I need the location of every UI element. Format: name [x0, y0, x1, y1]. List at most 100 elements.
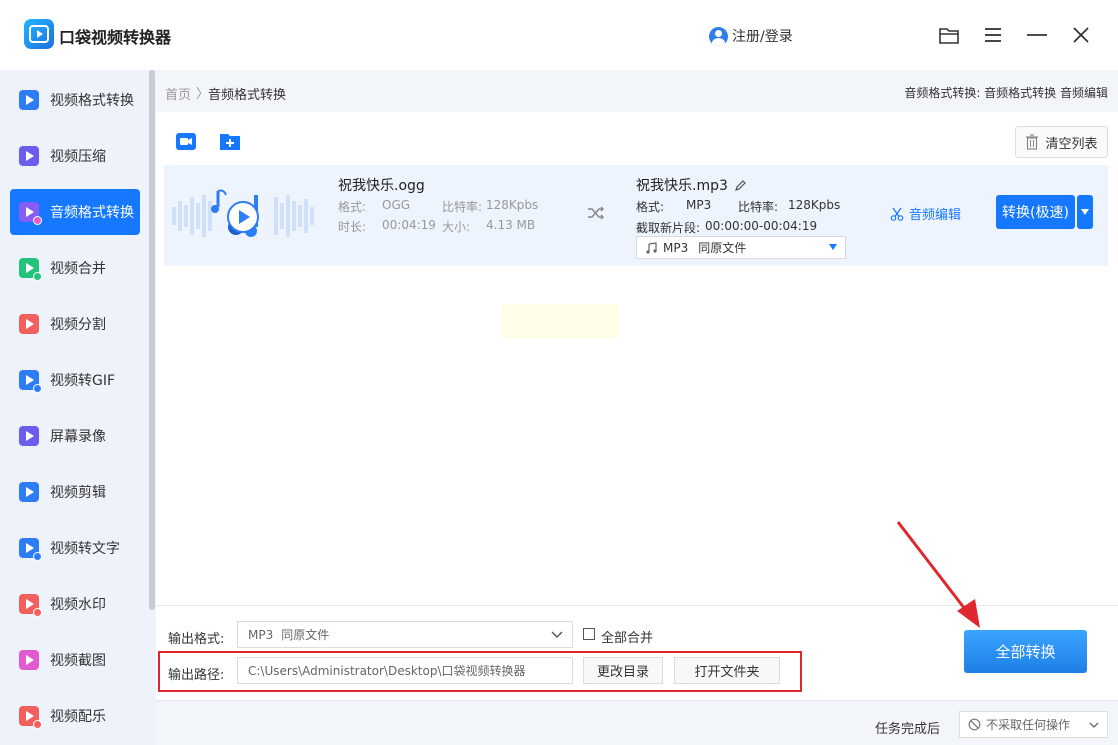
sidebar-item-audio-format-convert[interactable]: 音频格式转换	[10, 189, 140, 235]
sidebar-item-screen-record[interactable]: 屏幕录像	[10, 413, 140, 459]
screen-record-icon	[19, 426, 39, 446]
sidebar-item-video-to-text[interactable]: 视频转文字	[10, 525, 140, 571]
sidebar-item-video-screenshot[interactable]: 视频截图	[10, 637, 140, 683]
close-icon[interactable]	[1068, 22, 1094, 48]
app-logo-icon	[24, 19, 54, 49]
sidebar-item-label: 视频合并	[50, 261, 106, 277]
source-size-label: 大小:	[442, 220, 471, 234]
video-edit-icon	[19, 482, 39, 502]
output-bitrate-value: 128Kpbs	[788, 198, 841, 212]
audio-edit-button[interactable]: 音频编辑	[890, 204, 961, 223]
breadcrumb-tools-summary: 音频格式转换: 音频格式转换 音频编辑	[904, 86, 1108, 100]
breadcrumb: 首页 〉 音频格式转换 音频格式转换: 音频格式转换 音频编辑	[156, 70, 1118, 112]
breadcrumb-current: 音频格式转换	[208, 88, 287, 103]
status-bar: 任务完成后 不采取任何操作	[156, 700, 1118, 745]
add-file-icon[interactable]	[175, 130, 197, 152]
sidebar-scrollbar[interactable]	[149, 70, 155, 610]
output-format-quality: 同原文件	[281, 628, 330, 642]
output-file-name: 祝我快乐.mp3	[636, 175, 747, 195]
clip-label: 截取新片段:	[636, 221, 701, 235]
sidebar-item-label: 视频转文字	[50, 541, 120, 557]
chevron-down-icon	[1089, 722, 1099, 728]
output-format-label: 输出格式:	[168, 632, 225, 647]
source-duration-value: 00:04:19	[382, 218, 436, 232]
video-split-icon	[19, 314, 39, 334]
user-avatar-icon	[709, 26, 728, 46]
sidebar-item-label: 视频转GIF	[50, 373, 116, 389]
login-button[interactable]: 注册/登录	[709, 26, 793, 46]
after-task-label: 任务完成后	[875, 722, 941, 737]
audio-thumbnail	[166, 167, 320, 264]
music-note-icon	[646, 241, 657, 254]
file-list-item[interactable]: 祝我快乐.ogg 格式: OGG 比特率: 128Kpbs 时长: 00:04:…	[164, 165, 1108, 266]
faint-overlay	[501, 304, 619, 338]
sidebar-item-label: 视频格式转换	[50, 93, 134, 109]
sidebar-item-video-to-gif[interactable]: 视频转GIF	[10, 357, 140, 403]
video-screenshot-icon	[19, 650, 39, 670]
video-format-icon	[19, 90, 39, 110]
after-task-select[interactable]: 不采取任何操作	[959, 711, 1108, 738]
output-format-value: MP3	[248, 627, 274, 642]
chevron-down-icon	[551, 631, 563, 638]
video-watermark-icon	[19, 594, 42, 617]
source-duration-label: 时长:	[338, 220, 367, 234]
video-compress-icon	[19, 146, 39, 166]
audio-format-icon	[19, 202, 42, 225]
minimize-icon[interactable]	[1024, 22, 1050, 48]
sidebar-item-label: 视频剪辑	[50, 485, 106, 501]
sidebar: 视频格式转换 视频压缩 音频格式转换 视频合并 视频分割 视频转GIF 屏幕录像…	[0, 70, 156, 745]
convert-all-button[interactable]: 全部转换	[964, 630, 1087, 673]
source-size-value: 4.13 MB	[486, 218, 536, 232]
format-select-value: MP3	[663, 240, 689, 255]
source-format-label: 格式:	[338, 200, 367, 214]
output-format-dropdown[interactable]: MP3 同原文件	[237, 621, 573, 648]
annotation-arrow	[896, 521, 980, 628]
shuffle-icon	[587, 205, 605, 225]
breadcrumb-home[interactable]: 首页	[165, 84, 191, 103]
quality-select-value: 同原文件	[698, 241, 747, 255]
sidebar-item-label: 视频配乐	[50, 709, 106, 725]
pencil-icon[interactable]	[734, 179, 747, 192]
merge-all-label: 全部合并	[601, 631, 654, 646]
sidebar-item-label: 视频水印	[50, 597, 106, 613]
login-label: 注册/登录	[732, 29, 793, 45]
sidebar-item-video-merge[interactable]: 视频合并	[10, 245, 140, 291]
sidebar-item-video-music[interactable]: 视频配乐	[10, 693, 140, 739]
folder-icon[interactable]	[936, 22, 962, 48]
audio-edit-label: 音频编辑	[909, 208, 962, 223]
output-format-label: 格式:	[636, 200, 665, 214]
convert-fast-button[interactable]: 转换(极速)	[996, 195, 1075, 229]
sidebar-item-label: 视频分割	[50, 317, 106, 333]
output-path-highlight-box	[158, 651, 802, 692]
menu-icon[interactable]	[980, 22, 1006, 48]
sidebar-item-video-watermark[interactable]: 视频水印	[10, 581, 140, 627]
merge-all-checkbox[interactable]	[583, 628, 595, 640]
add-folder-icon[interactable]	[219, 130, 241, 152]
after-task-value: 不采取任何操作	[986, 718, 1071, 732]
title-bar: 口袋视频转换器 注册/登录	[0, 0, 1118, 70]
video-music-icon	[19, 706, 42, 729]
sidebar-item-label: 音频格式转换	[50, 205, 134, 221]
sidebar-item-label: 视频压缩	[50, 149, 106, 165]
source-bitrate-label: 比特率:	[442, 200, 483, 214]
video-to-gif-icon	[19, 370, 42, 393]
caret-down-icon	[829, 244, 837, 250]
clear-list-button[interactable]: 清空列表	[1015, 126, 1108, 158]
source-file-name: 祝我快乐.ogg	[338, 178, 425, 194]
output-format-value: MP3	[686, 198, 712, 212]
app-title: 口袋视频转换器	[59, 28, 172, 47]
sidebar-item-video-compress[interactable]: 视频压缩	[10, 133, 140, 179]
video-merge-icon	[19, 258, 42, 281]
clear-list-label: 清空列表	[1045, 136, 1098, 152]
output-format-select[interactable]: MP3 同原文件	[636, 236, 846, 259]
source-format-value: OGG	[382, 198, 411, 212]
sidebar-item-label: 屏幕录像	[50, 429, 106, 445]
sidebar-item-video-split[interactable]: 视频分割	[10, 301, 140, 347]
convert-options-dropdown[interactable]	[1077, 195, 1093, 229]
sidebar-item-video-edit[interactable]: 视频剪辑	[10, 469, 140, 515]
output-file-name-text: 祝我快乐.mp3	[636, 178, 728, 194]
sidebar-item-video-format-convert[interactable]: 视频格式转换	[10, 77, 140, 123]
forbidden-icon	[968, 718, 981, 731]
trash-icon	[1026, 134, 1039, 150]
video-to-text-icon	[19, 538, 42, 561]
